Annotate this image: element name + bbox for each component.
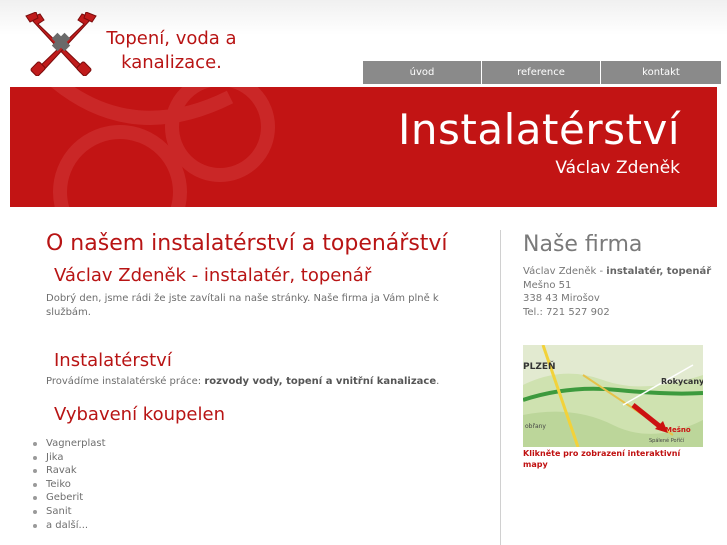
map-label-mesno: Mešno bbox=[665, 426, 691, 434]
services-highlight: rozvody vody, topení a vnitřní kanalizac… bbox=[204, 376, 437, 387]
map-label-rokycany: Rokycany bbox=[661, 377, 703, 386]
list-item: Sanit bbox=[30, 505, 106, 519]
banner-subtitle: Václav Zdeněk bbox=[555, 158, 680, 178]
services-suffix: . bbox=[436, 376, 440, 387]
brand-list: Vagnerplast Jika Ravak Teiko Geberit San… bbox=[30, 437, 106, 532]
page-title: O našem instalatérství a topenářství bbox=[46, 231, 448, 256]
nav-item-uvod[interactable]: úvod bbox=[363, 61, 481, 84]
company-street: Mešno 51 bbox=[523, 279, 572, 291]
list-item: Vagnerplast bbox=[30, 437, 106, 451]
section-heading-bathroom: Vybavení koupelen bbox=[54, 404, 225, 425]
list-item: Jika bbox=[30, 451, 106, 465]
list-item: Geberit bbox=[30, 491, 106, 505]
list-item: Ravak bbox=[30, 464, 106, 478]
services-prefix: Provádíme instalatérské práce: bbox=[46, 376, 202, 387]
nav-item-kontakt[interactable]: kontakt bbox=[601, 61, 721, 84]
map-link[interactable]: Klikněte pro zobrazení interaktivní mapy bbox=[523, 448, 703, 470]
company-city: 338 43 Mirošov bbox=[523, 293, 600, 304]
location-map[interactable]: PLZEŇ Rokycany Mešno obřany Spálené Poří… bbox=[523, 345, 703, 447]
main-content: O našem instalatérství a topenářství Vác… bbox=[46, 228, 486, 428]
company-name: Václav Zdeněk - instalatér, topenář bbox=[523, 265, 713, 279]
company-contact: Václav Zdeněk - instalatér, topenář Mešn… bbox=[523, 265, 713, 319]
banner-title: Instalatérství bbox=[398, 105, 680, 154]
logo-text: Topení, voda a kanalizace. bbox=[100, 27, 243, 75]
company-phone: Tel.: 721 527 902 bbox=[523, 306, 610, 318]
company-name-text: Václav Zdeněk - bbox=[523, 266, 607, 277]
logo-text-line1: Topení, voda a bbox=[106, 28, 237, 49]
header: Topení, voda a kanalizace. úvod referenc… bbox=[0, 0, 727, 87]
sidebar-heading: Naše firma bbox=[523, 232, 643, 257]
map-label-plzen: PLZEŇ bbox=[523, 360, 556, 372]
main-nav: úvod reference kontakt bbox=[363, 61, 721, 84]
services-text: Provádíme instalatérské práce: rozvody v… bbox=[46, 375, 486, 389]
column-divider bbox=[500, 230, 501, 545]
list-item: a další... bbox=[30, 519, 106, 533]
company-role: instalatér, topenář bbox=[606, 266, 712, 277]
list-item: Teiko bbox=[30, 478, 106, 492]
section-heading-plumbing: Instalatérství bbox=[54, 350, 172, 371]
nav-item-reference[interactable]: reference bbox=[482, 61, 600, 84]
map-label-obrany: obřany bbox=[525, 423, 546, 430]
crossed-wrenches-logo-icon bbox=[25, 12, 97, 76]
map-label-spalene-porici: Spálené Poříčí bbox=[649, 437, 685, 444]
hero-banner: Instalatérství Václav Zdeněk bbox=[10, 87, 717, 207]
section-heading-owner: Václav Zdeněk - instalatér, topenář bbox=[54, 265, 372, 286]
sidebar: Naše firma Václav Zdeněk - instalatér, t… bbox=[523, 230, 713, 319]
logo-text-line2: kanalizace. bbox=[121, 52, 222, 73]
intro-text: Dobrý den, jsme rádi že jste zavítali na… bbox=[46, 293, 439, 318]
